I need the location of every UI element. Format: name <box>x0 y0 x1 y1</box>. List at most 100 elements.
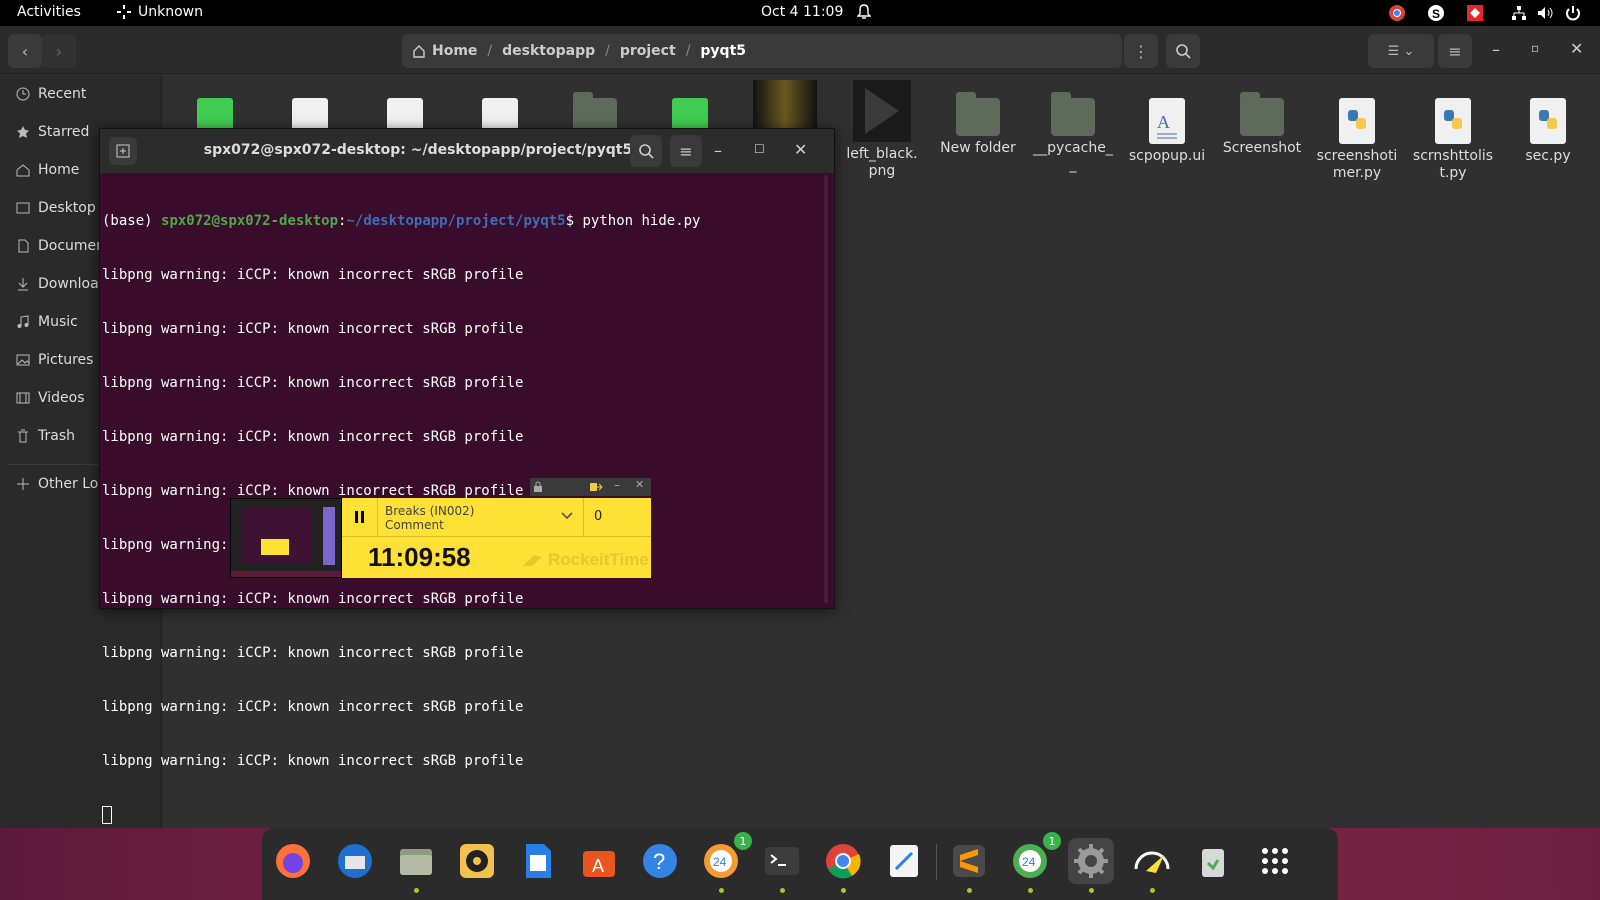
dock-app-grid[interactable] <box>1252 838 1298 884</box>
minimize-icon[interactable]: – <box>614 478 620 492</box>
terminal-line: libpng warning: iCCP: known incorrect sR… <box>102 267 524 283</box>
svg-text:S: S <box>1432 7 1440 21</box>
writer-icon <box>526 844 551 878</box>
dock-trash[interactable] <box>1190 838 1236 884</box>
breadcrumb-desktopapp[interactable]: desktopapp <box>502 43 595 59</box>
file-item-screenshot[interactable]: Screenshot <box>1214 80 1310 157</box>
home-icon <box>413 45 425 58</box>
terminal-line: libpng warning: iCCP: known incorrect sR… <box>102 753 524 769</box>
chevron-down-icon <box>561 512 573 520</box>
dock-software[interactable]: A <box>576 838 622 884</box>
dock-writer[interactable] <box>515 838 561 884</box>
folder-icon <box>956 92 1000 136</box>
search-icon <box>639 144 654 159</box>
dock-settings[interactable] <box>1068 838 1114 893</box>
chat-app-2-icon: 24 <box>1013 844 1047 878</box>
svg-text:A: A <box>592 856 604 876</box>
dock-chrome[interactable] <box>820 838 866 893</box>
sidebar-item-label: Home <box>38 162 80 178</box>
file-name: sec.py <box>1525 148 1571 164</box>
dock-chat-app[interactable]: 24 1 <box>698 832 752 893</box>
file-item-sec[interactable]: sec.py <box>1500 80 1596 165</box>
dock-terminal[interactable] <box>759 838 805 893</box>
file-item-screenshotimer[interactable]: screenshoti mer.py <box>1309 80 1405 182</box>
file-name: left_black. png <box>846 146 918 179</box>
play-triangle-icon <box>865 88 899 134</box>
file-item[interactable] <box>737 80 833 128</box>
minimize-icon[interactable]: – <box>1492 40 1500 59</box>
close-icon[interactable]: ✕ <box>635 478 644 491</box>
dock-thunderbird[interactable] <box>332 838 378 884</box>
breadcrumb-home[interactable]: Home <box>432 43 477 59</box>
skype-tray-icon[interactable]: S <box>1427 4 1445 22</box>
terminal-prompt-line: (base) spx072@spx072-desktop:~/desktopap… <box>102 212 822 230</box>
anydesk-tray-icon[interactable] <box>1466 4 1484 22</box>
rocket-icon <box>523 555 542 566</box>
chevron-left-icon: ‹ <box>21 41 29 61</box>
file-item-scpopup[interactable]: A scpopup.ui <box>1119 80 1215 165</box>
trash-icon <box>1202 849 1224 877</box>
dock-chat-app-2[interactable]: 24 1 <box>1007 832 1061 893</box>
task-select[interactable]: Breaks (IN002) Comment <box>378 498 584 536</box>
maximize-icon[interactable]: ☐ <box>754 142 765 156</box>
files-icon <box>400 849 432 875</box>
terminal-cursor <box>102 806 112 824</box>
dock-rockeit[interactable] <box>1129 838 1175 893</box>
restore-icon[interactable]: ▫ <box>1531 41 1539 55</box>
software-icon: A <box>583 851 615 877</box>
file-item-pycache[interactable]: __pycache_ _ <box>1025 80 1121 174</box>
file-item-left-black[interactable]: left_black. png <box>834 80 930 180</box>
file-item-scrnshttolist[interactable]: scrnshttolis t.py <box>1405 80 1501 182</box>
sidebar-item-label: Starred <box>38 124 90 140</box>
help-icon: ? <box>643 844 677 878</box>
app-menu[interactable]: Unknown <box>116 4 203 20</box>
notification-badge: 1 <box>734 832 752 850</box>
search-button[interactable] <box>1166 34 1200 68</box>
dock-text-editor[interactable] <box>881 838 927 884</box>
terminal-scrollbar[interactable] <box>824 175 828 603</box>
breadcrumb-project[interactable]: project <box>620 43 676 59</box>
prompt-command: $ python hide.py <box>565 213 701 229</box>
dock-sublime[interactable] <box>946 838 992 893</box>
terminal-line: libpng warning: iCCP: known incorrect sR… <box>102 429 524 445</box>
back-button[interactable]: ‹ <box>8 34 42 68</box>
lock-icon[interactable] <box>532 481 544 493</box>
kebab-icon: ⋮ <box>1133 41 1149 61</box>
terminal-icon <box>765 847 799 875</box>
view-toggle-button[interactable]: ☰ ⌄ <box>1368 34 1434 68</box>
chat-app-icon: 24 <box>704 844 738 878</box>
activities-button[interactable]: Activities <box>17 4 81 20</box>
power-icon[interactable] <box>1564 4 1582 22</box>
sidebar-item-recent[interactable]: Recent <box>0 75 161 113</box>
minimize-icon[interactable]: – <box>714 141 722 160</box>
close-icon[interactable]: ✕ <box>794 140 807 159</box>
ui-file-icon: A <box>1149 98 1185 144</box>
clock[interactable]: Oct 4 11:09 <box>761 4 843 20</box>
python-file-icon <box>1435 98 1471 144</box>
task-count: 0 <box>594 509 603 524</box>
trash-icon <box>18 429 28 443</box>
network-icon[interactable] <box>1510 4 1528 22</box>
main-menu-button[interactable]: ≡ <box>1438 34 1472 68</box>
dock-help[interactable]: ? <box>637 838 683 884</box>
sidebar-item-label: Music <box>38 314 78 330</box>
path-menu-button[interactable]: ⋮ <box>1124 34 1158 68</box>
dock-files[interactable] <box>393 838 439 893</box>
task-label: Breaks (IN002) <box>385 504 475 518</box>
terminal-line: libpng warning: iCCP: known incorrect sR… <box>102 591 524 607</box>
logout-icon[interactable] <box>589 481 603 493</box>
screenshot-thumbnail[interactable] <box>230 498 342 578</box>
breadcrumb-pyqt5[interactable]: pyqt5 <box>700 43 746 59</box>
terminal-menu-button[interactable]: ≡ <box>670 135 702 167</box>
file-item-new-folder[interactable]: New folder <box>930 80 1026 157</box>
dock-rhythmbox[interactable] <box>454 838 500 884</box>
terminal-search-button[interactable] <box>630 135 662 167</box>
forward-button[interactable]: › <box>42 34 76 68</box>
dock-firefox[interactable] <box>270 838 316 884</box>
chrome-tray-icon[interactable] <box>1388 4 1406 22</box>
volume-icon[interactable] <box>1536 4 1554 22</box>
text-editor-icon <box>890 845 918 877</box>
app-icon <box>117 5 131 19</box>
close-icon[interactable]: ✕ <box>1570 39 1583 58</box>
pause-button[interactable] <box>342 498 378 536</box>
